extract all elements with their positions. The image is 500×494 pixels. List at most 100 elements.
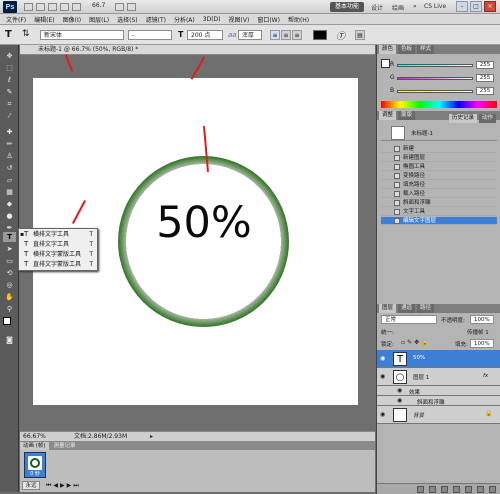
layer-name[interactable]: 50%	[413, 355, 425, 361]
color-ramp[interactable]	[381, 101, 497, 108]
loop-select[interactable]: 永远	[22, 481, 40, 490]
workspace-essentials-button[interactable]: 基本功能	[330, 2, 365, 12]
color-g-value[interactable]: 255	[476, 74, 494, 82]
tab-paths[interactable]: 路径	[417, 304, 435, 313]
history-item[interactable]: 斜面和浮雕	[381, 199, 497, 207]
color-r-slider[interactable]	[397, 64, 473, 67]
menu-3d[interactable]: 3D(D)	[203, 16, 221, 23]
color-b-slider[interactable]	[397, 90, 473, 93]
new-layer-icon[interactable]	[477, 486, 484, 493]
minibridge-icon[interactable]	[36, 3, 45, 11]
history-item[interactable]: 椭圆工具	[381, 163, 497, 171]
menu-select[interactable]: 选择(S)	[117, 15, 138, 24]
path-select-tool-icon[interactable]: ➤	[3, 244, 16, 254]
quick-select-tool-icon[interactable]: ✎	[3, 87, 16, 97]
eyedropper-tool-icon[interactable]: ⁄	[3, 111, 16, 121]
gradient-tool-icon[interactable]: ▦	[3, 187, 16, 197]
layer-effects-row[interactable]: ◉ 效果	[377, 386, 500, 396]
text-color-swatch[interactable]	[313, 30, 327, 40]
menu-help[interactable]: 帮助(H)	[288, 15, 309, 24]
quick-mask-icon[interactable]: ◙	[3, 335, 16, 345]
align-right-icon[interactable]: ≡	[292, 30, 302, 40]
tool-preset-icon[interactable]: T	[5, 29, 12, 40]
tab-adjustments[interactable]: 调整	[379, 111, 397, 120]
healing-brush-tool-icon[interactable]: ✚	[3, 127, 16, 137]
propagate-frame-checkbox[interactable]: 传播帧 1	[467, 328, 489, 336]
clone-stamp-tool-icon[interactable]: ♙	[3, 151, 16, 161]
3d-orbit-tool-icon[interactable]: ◎	[3, 280, 16, 290]
add-style-icon[interactable]	[429, 486, 436, 493]
font-family-select[interactable]: 新宋体	[40, 30, 124, 40]
align-left-icon[interactable]: ≡	[270, 30, 280, 40]
history-brush-tool-icon[interactable]: ↺	[3, 163, 16, 173]
blur-tool-icon[interactable]: ◆	[3, 199, 16, 209]
workspace-design-button[interactable]: 设计	[371, 3, 383, 12]
layer-name[interactable]: 背景	[413, 411, 424, 419]
horizontal-type-mask-tool-item[interactable]: T 横排文字蒙版工具 T	[19, 250, 97, 259]
tab-styles[interactable]: 样式	[417, 45, 435, 54]
foreground-color-swatch[interactable]	[3, 317, 11, 325]
history-item[interactable]: 载入路径	[381, 190, 497, 198]
color-r-value[interactable]: 255	[476, 61, 494, 69]
text-orientation-icon[interactable]: ⇅	[22, 29, 30, 39]
hand-icon[interactable]	[60, 3, 69, 11]
vertical-type-tool-item[interactable]: T 直排文字工具 T	[19, 240, 97, 249]
antialias-select[interactable]: 浑厚	[238, 30, 262, 40]
lasso-tool-icon[interactable]: ℓ	[3, 75, 16, 85]
tab-history[interactable]: 历史记录	[449, 114, 478, 123]
animation-frame[interactable]: 0 秒	[24, 452, 46, 478]
add-mask-icon[interactable]	[441, 486, 448, 493]
eye-icon[interactable]: ◉	[397, 387, 402, 394]
color-b-value[interactable]: 255	[476, 87, 494, 95]
workspace-painting-button[interactable]: 绘画	[392, 3, 404, 12]
layer-text-50[interactable]: ◉ T 50%	[377, 350, 500, 368]
warp-text-icon[interactable]: Ⓣ	[336, 29, 345, 42]
layer-name[interactable]: 图层 1	[413, 373, 429, 381]
menu-view[interactable]: 视图(V)	[229, 15, 250, 24]
cs-live-button[interactable]: CS Live	[424, 3, 446, 10]
color-g-slider[interactable]	[397, 77, 473, 80]
bridge-icon[interactable]	[24, 3, 33, 11]
tab-layers[interactable]: 图层	[379, 304, 397, 313]
grid-icon[interactable]	[48, 3, 57, 11]
opacity-input[interactable]: 100%	[470, 315, 494, 324]
minimize-icon[interactable]: –	[456, 1, 468, 12]
font-style-select[interactable]: -	[128, 30, 172, 40]
link-layers-icon[interactable]	[417, 486, 424, 493]
eye-icon[interactable]: ◉	[380, 355, 385, 362]
menu-edit[interactable]: 编辑(E)	[34, 15, 54, 24]
horizontal-type-tool-item[interactable]: ▪ T 横排文字工具 T	[19, 230, 97, 239]
dodge-tool-icon[interactable]: ●	[3, 211, 16, 221]
panel-foreground-swatch[interactable]	[381, 59, 390, 68]
3d-rotate-tool-icon[interactable]: ⟲	[3, 268, 16, 278]
tab-color[interactable]: 颜色	[379, 45, 397, 54]
tab-swatches[interactable]: 色板	[398, 45, 416, 54]
delete-layer-icon[interactable]	[489, 486, 496, 493]
shape-tool-icon[interactable]: ▭	[3, 256, 16, 266]
menu-image[interactable]: 图像(I)	[63, 15, 81, 24]
hand-tool-icon[interactable]: ✋	[3, 292, 16, 302]
fx-icon[interactable]: fx	[483, 373, 488, 379]
workspace-more-icon[interactable]: »	[413, 3, 417, 10]
font-size-select[interactable]: 200 点	[187, 30, 223, 40]
maximize-icon[interactable]: □	[470, 1, 482, 12]
move-tool-icon[interactable]: ✥	[3, 51, 16, 61]
tab-actions[interactable]: 动作	[479, 114, 497, 123]
tab-animation[interactable]: 动画 (帧)	[20, 442, 49, 450]
zoom-tool-icon[interactable]: ⚲	[3, 304, 16, 314]
history-item[interactable]: 文字工具	[381, 208, 497, 216]
menu-analysis[interactable]: 分析(A)	[174, 15, 195, 24]
layer-1[interactable]: ◉ ○ 图层 1 fx	[377, 368, 500, 386]
close-icon[interactable]: ×	[484, 1, 496, 12]
crop-tool-icon[interactable]: ⌗	[3, 99, 16, 109]
marquee-tool-icon[interactable]: ⬚	[3, 63, 16, 73]
zoom-tool-icon[interactable]	[72, 3, 81, 11]
tab-channels[interactable]: 通道	[398, 304, 416, 313]
type-tool-icon[interactable]: T	[3, 232, 16, 242]
tab-masks[interactable]: 蒙版	[398, 111, 416, 120]
zoom-level[interactable]: 66.7	[92, 2, 105, 9]
history-item[interactable]: 填充路径	[381, 181, 497, 189]
history-snapshot[interactable]: 未标题-1	[381, 125, 497, 141]
fill-input[interactable]: 100%	[470, 339, 494, 348]
menu-window[interactable]: 窗口(W)	[257, 15, 280, 24]
